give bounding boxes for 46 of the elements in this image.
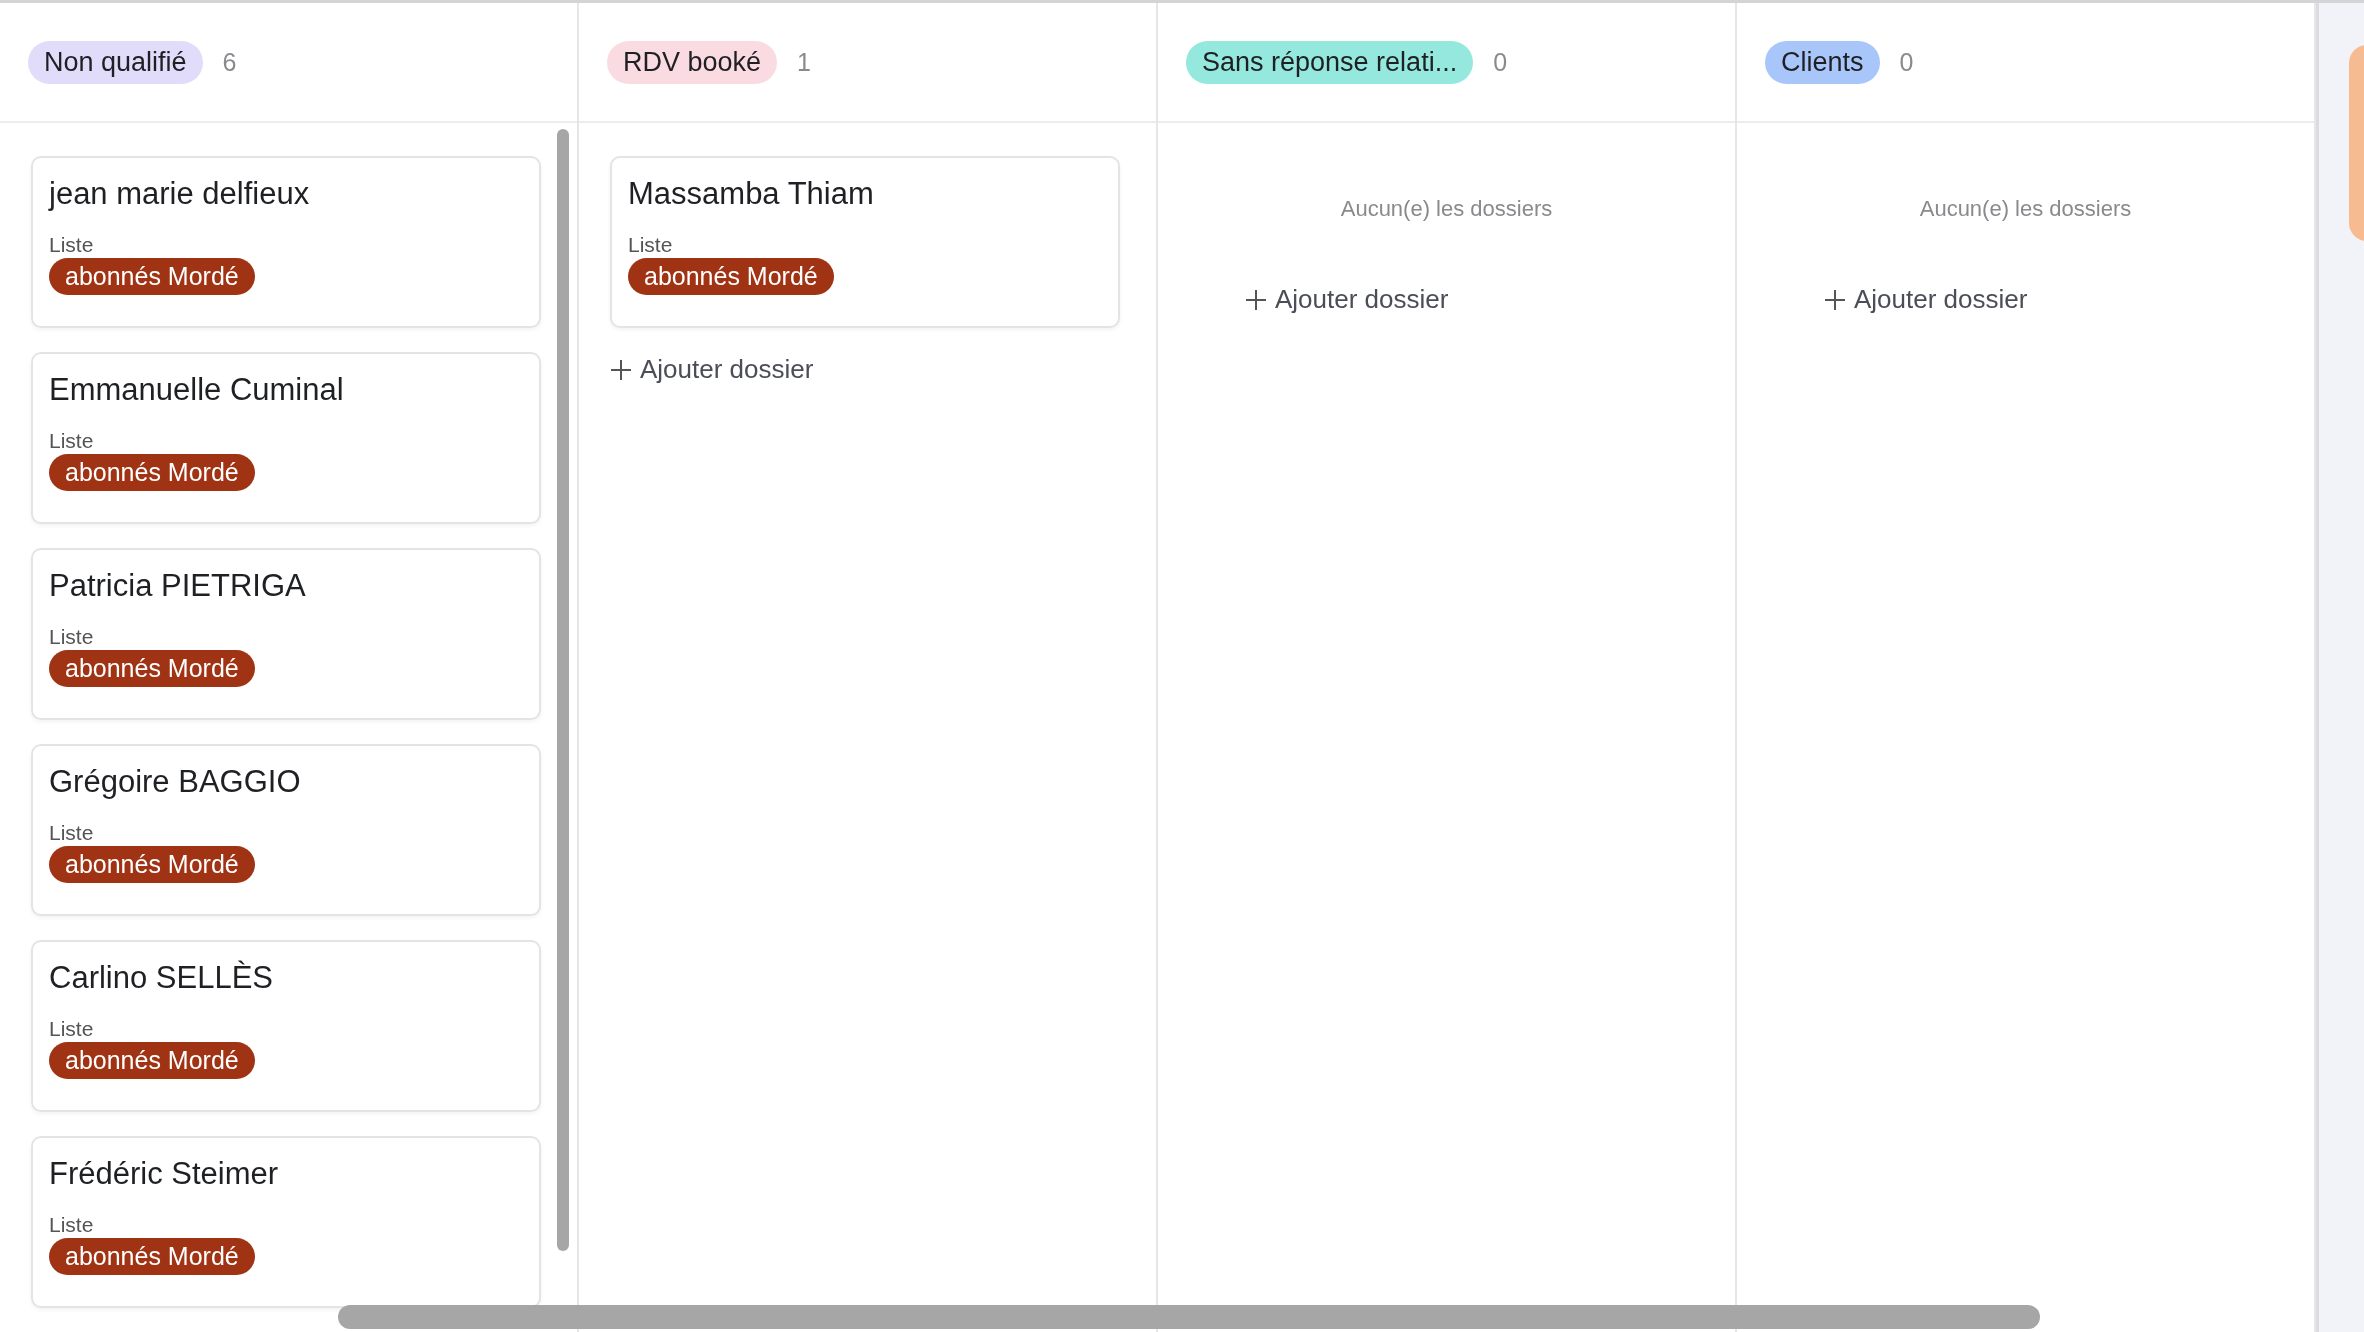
add-record-button[interactable]: Ajouter dossier: [1824, 284, 2028, 315]
empty-message: Aucun(e) les dossiers: [1340, 196, 1553, 222]
card-count: 1: [797, 47, 811, 77]
card-count: 0: [1899, 47, 1914, 77]
list-tag: abonnés Mordé: [49, 454, 255, 491]
list-tag: abonnés Mordé: [49, 1042, 255, 1079]
plus-icon: [610, 358, 632, 381]
record-card[interactable]: Grégoire BAGGIO Liste abonnés Mordé: [31, 744, 541, 916]
record-card[interactable]: jean marie delfieux Liste abonnés Mordé: [31, 156, 541, 328]
field-label: Liste: [628, 232, 674, 258]
field-label: Liste: [49, 428, 95, 454]
add-record-button[interactable]: Ajouter dossier: [610, 354, 814, 385]
column-title: Clients: [1765, 40, 1880, 84]
field-label: Liste: [49, 1212, 95, 1238]
record-card[interactable]: Massamba Thiam Liste abonnés Mordé: [610, 156, 1120, 328]
column-title: Non qualifié: [28, 40, 203, 84]
empty-message: Aucun(e) les dossiers: [1919, 196, 2132, 222]
record-card[interactable]: Carlino SELLÈS Liste abonnés Mordé: [31, 940, 541, 1112]
record-name: Emmanuelle Cuminal: [49, 371, 345, 409]
record-name: Patricia PIETRIGA: [49, 567, 307, 605]
record-card[interactable]: Emmanuelle Cuminal Liste abonnés Mordé: [31, 352, 541, 524]
record-card[interactable]: Patricia PIETRIGA Liste abonnés Mordé: [31, 548, 541, 720]
record-name: Grégoire BAGGIO: [49, 763, 302, 801]
plus-icon: [1245, 288, 1267, 311]
column-title: Sans réponse relati...: [1186, 40, 1474, 84]
record-name: Massamba Thiam: [628, 175, 875, 213]
column-title: RDV booké: [607, 40, 778, 84]
card-count: 6: [222, 47, 237, 77]
list-tag: abonnés Mordé: [49, 846, 255, 883]
list-tag: abonnés Mordé: [628, 258, 834, 295]
horizontal-scrollbar[interactable]: [338, 1305, 2040, 1329]
card-count: 0: [1493, 47, 1508, 77]
list-tag: abonnés Mordé: [49, 1238, 255, 1275]
record-name: Frédéric Steimer: [49, 1155, 280, 1193]
vertical-scrollbar[interactable]: [557, 129, 569, 1251]
field-label: Liste: [49, 232, 95, 258]
plus-icon: [1824, 288, 1846, 311]
list-tag: abonnés Mordé: [49, 258, 255, 295]
field-label: Liste: [49, 820, 95, 846]
field-label: Liste: [49, 1016, 95, 1042]
record-name: jean marie delfieux: [49, 175, 311, 213]
record-card[interactable]: Frédéric Steimer Liste abonnés Mordé: [31, 1136, 541, 1308]
record-name: Carlino SELLÈS: [49, 959, 274, 997]
field-label: Liste: [49, 624, 95, 650]
list-tag: abonnés Mordé: [49, 650, 255, 687]
add-record-button[interactable]: Ajouter dossier: [1245, 284, 1449, 315]
